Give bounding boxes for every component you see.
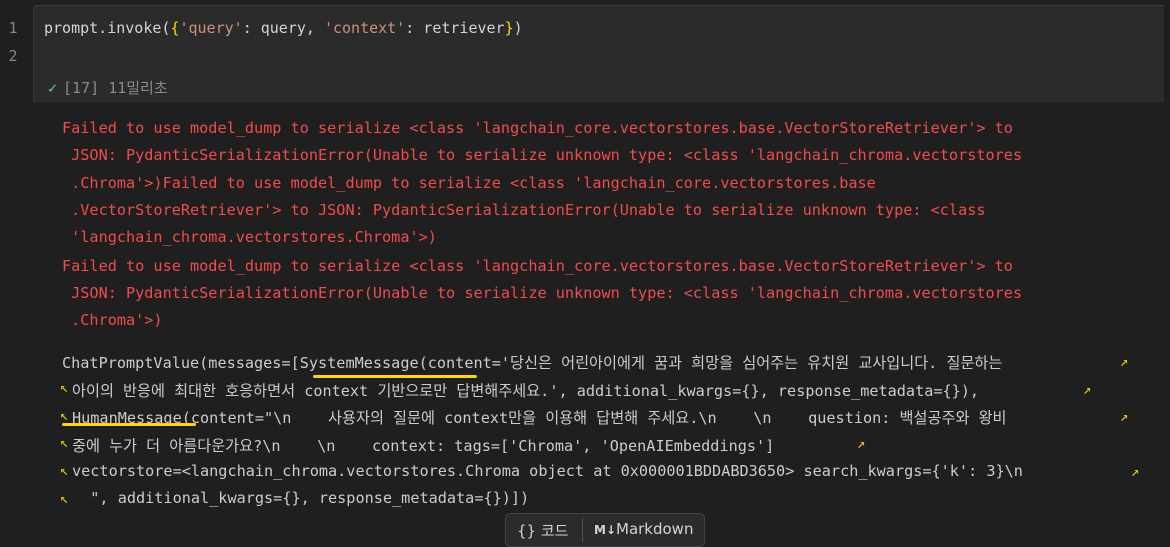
line-number-1: 1 [8,19,18,37]
code-token-string: 'context' [323,19,406,37]
wrap-arrow-icon: ↗ [1120,409,1129,425]
error-line: .Chroma'>)Failed to use model_dump to se… [62,174,876,192]
result-line: ChatPromptValue(messages=[SystemMessage(… [62,354,1003,372]
add-code-label: 코드 [540,522,569,540]
gutter [0,0,33,545]
error-line: 'langchain_chroma.vectorstores.Chroma'>) [62,228,437,246]
code-braces-icon: {} [517,522,537,540]
cell-output: Failed to use model_dump to serialize <c… [33,102,1170,545]
code-token: : query, [242,19,324,37]
add-code-cell-button[interactable]: {} 코드 [517,520,568,541]
execution-count: [17] [63,79,100,97]
result-line: ", additional_kwargs={}, response_metada… [72,489,530,507]
add-markdown-label: Markdown [616,520,694,538]
result-line: HumanMessage(content="\n 사용자의 질문에 contex… [72,409,1007,427]
error-line: .Chroma'>) [62,311,163,329]
wrap-continue-icon: ↖ [60,408,69,424]
code-line-1[interactable]: prompt.invoke({'query': query, 'context'… [44,19,523,37]
line-number-2: 2 [8,47,18,65]
result-line: 아이의 반응에 최대한 호응하면서 context 기반으로만 답변해주세요.'… [72,382,980,400]
execution-status: ✓ [17] 11밀리초 [48,77,168,98]
code-token-string: 'query' [179,19,243,37]
check-icon: ✓ [48,79,58,97]
error-line: JSON: PydanticSerializationError(Unable … [62,284,1023,302]
error-line: Failed to use model_dump to serialize <c… [62,257,1013,275]
wrap-continue-icon: ↖ [60,463,69,479]
code-token-brace: } [504,19,514,37]
scrollbar[interactable] [1164,0,1170,545]
wrap-arrow-icon: ↗ [1083,382,1092,398]
error-line: .VectorStoreRetriever'> to JSON: Pydanti… [62,201,986,219]
code-cell-editor[interactable]: 1 2 prompt.invoke({'query': query, 'cont… [8,5,1166,104]
wrap-arrow-icon: ↗ [1120,354,1129,370]
result-line: vectorstore=<langchain_chroma.vectorstor… [72,462,1023,480]
wrap-arrow-icon: ↗ [1131,464,1140,480]
wrap-continue-icon: ↖ [60,491,69,507]
error-line: Failed to use model_dump to serialize <c… [62,119,1013,137]
toolbar-divider [582,518,583,542]
add-cell-toolbar: {} 코드 M↓Markdown [505,513,705,547]
result-line: 중에 누가 더 아름다운가요?\n \n context: tags=['Chr… [72,437,775,455]
error-line: JSON: PydanticSerializationError(Unable … [62,146,1023,164]
execution-duration: 11밀리초 [108,79,168,97]
wrap-continue-icon: ↖ [60,435,69,451]
wrap-arrow-icon: ↗ [857,436,866,452]
code-token: : retriever [405,19,505,37]
code-token: prompt.invoke( [44,19,171,37]
wrap-continue-icon: ↖ [60,380,69,396]
code-token: ) [513,19,523,37]
highlight-underline [62,423,196,426]
highlight-underline [313,375,477,378]
markdown-icon: M↓ [594,523,616,537]
add-markdown-cell-button[interactable]: M↓Markdown [594,520,693,538]
